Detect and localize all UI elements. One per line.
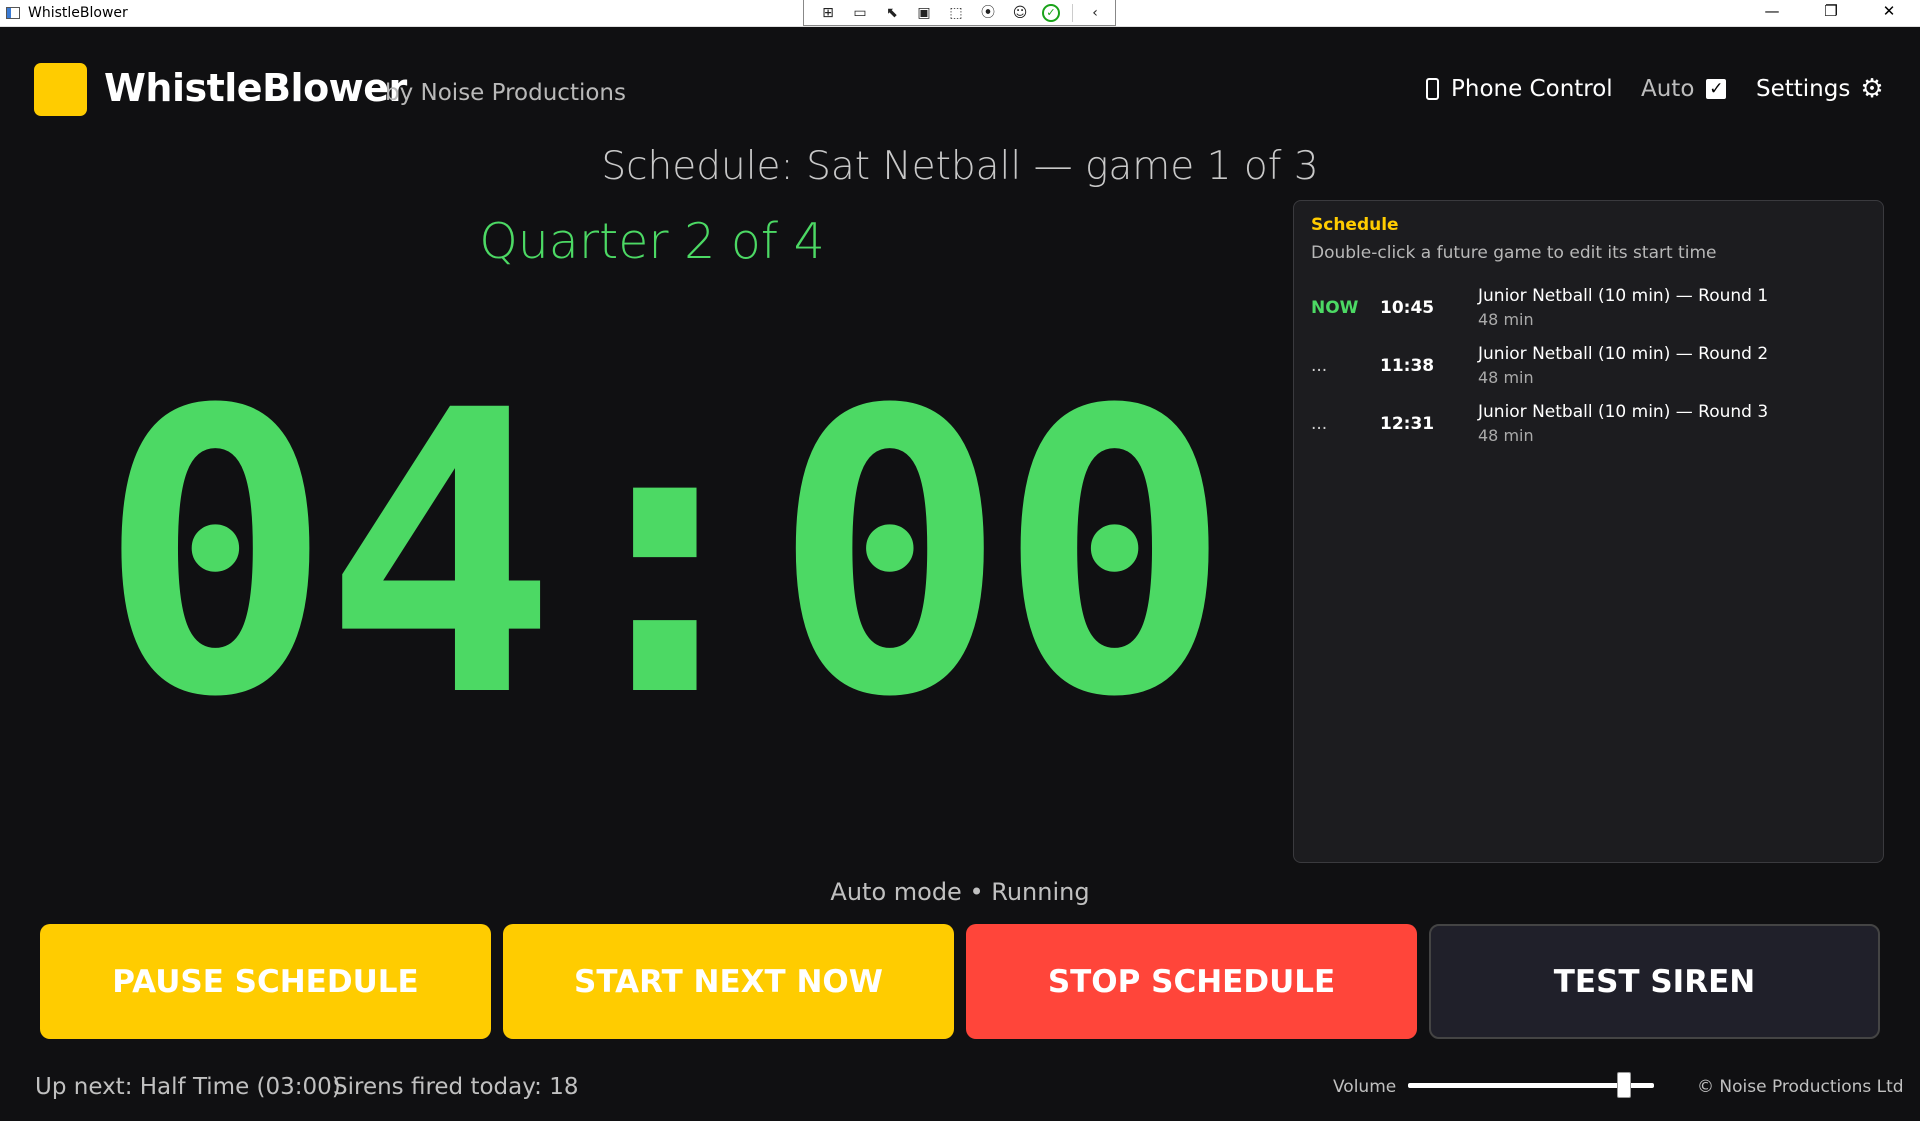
pause-schedule-button[interactable]: PAUSE SCHEDULE: [40, 924, 491, 1039]
row-game: Junior Netball (10 min) — Round 3: [1478, 402, 1769, 422]
select-element-icon[interactable]: ⬉: [882, 4, 902, 22]
phone-control-label: Phone Control: [1451, 76, 1613, 102]
binding-failures-icon[interactable]: ⦿: [978, 4, 998, 22]
toolbar-divider: [1072, 3, 1073, 22]
window-titlebar: WhistleBlower ⊞ ▭ ⬉ ▣ ⬚ ⦿ ☺ ✓ ‹ — ❐ ✕: [0, 0, 1920, 27]
app-logo: [34, 63, 87, 116]
app-name: WhistleBlower: [104, 66, 407, 110]
checkmark-icon[interactable]: ✓: [1042, 3, 1060, 22]
window-title: WhistleBlower: [28, 5, 128, 21]
row-duration: 48 min: [1478, 310, 1534, 329]
schedule-row[interactable]: ... 11:38 Junior Netball (10 min) — Roun…: [1311, 344, 1871, 396]
record-icon[interactable]: ▭: [850, 4, 870, 22]
sirens-count: Sirens fired today: 18: [333, 1074, 579, 1100]
countdown-clock: 04:00: [98, 328, 1232, 782]
stop-schedule-button[interactable]: STOP SCHEDULE: [966, 924, 1417, 1039]
auto-toggle[interactable]: Auto ✓: [1641, 76, 1727, 102]
close-button[interactable]: ✕: [1866, 2, 1912, 20]
row-time: 10:45: [1380, 298, 1435, 318]
row-duration: 48 min: [1478, 368, 1534, 387]
auto-label: Auto: [1641, 76, 1695, 102]
live-visual-tree-icon[interactable]: ⊞: [818, 4, 838, 22]
panel-title: Schedule: [1311, 215, 1399, 235]
row-state: ...: [1311, 414, 1328, 434]
gear-icon: ⚙: [1860, 74, 1884, 104]
schedule-title: Schedule: Sat Netball — game 1 of 3: [601, 144, 1319, 189]
start-next-now-button[interactable]: START NEXT NOW: [503, 924, 954, 1039]
volume-label: Volume: [1333, 1077, 1397, 1097]
settings-button[interactable]: Settings ⚙: [1756, 76, 1884, 102]
panel-hint: Double-click a future game to edit its s…: [1311, 243, 1717, 263]
byline: by Noise Productions: [385, 80, 626, 106]
phone-icon: [1426, 78, 1439, 100]
row-time: 12:31: [1380, 414, 1435, 434]
schedule-row[interactable]: ... 12:31 Junior Netball (10 min) — Roun…: [1311, 402, 1871, 454]
track-focused-element-icon[interactable]: ⬚: [946, 4, 966, 22]
schedule-row[interactable]: NOW 10:45 Junior Netball (10 min) — Roun…: [1311, 286, 1871, 338]
row-game: Junior Netball (10 min) — Round 1: [1478, 286, 1769, 306]
phone-control-button[interactable]: Phone Control: [1426, 76, 1613, 102]
minimize-button[interactable]: —: [1749, 2, 1795, 20]
settings-label: Settings: [1756, 76, 1851, 102]
row-state: NOW: [1311, 298, 1359, 318]
status-line: Auto mode • Running: [830, 878, 1090, 906]
up-next-label: Up next: Half Time (03:00): [35, 1074, 341, 1100]
row-game: Junior Netball (10 min) — Round 2: [1478, 344, 1769, 364]
volume-slider-thumb[interactable]: [1617, 1072, 1632, 1098]
row-time: 11:38: [1380, 356, 1435, 376]
row-duration: 48 min: [1478, 426, 1534, 445]
restore-button[interactable]: ❐: [1808, 2, 1854, 20]
row-state: ...: [1311, 356, 1328, 376]
collapse-icon[interactable]: ‹: [1085, 4, 1105, 22]
test-siren-button[interactable]: TEST SIREN: [1429, 924, 1880, 1039]
debug-toolbar: ⊞ ▭ ⬉ ▣ ⬚ ⦿ ☺ ✓ ‹: [803, 0, 1116, 26]
display-layout-adorners-icon[interactable]: ▣: [914, 4, 934, 22]
accessibility-icon[interactable]: ☺: [1010, 4, 1030, 22]
schedule-panel: Schedule Double-click a future game to e…: [1293, 200, 1884, 863]
auto-checkbox[interactable]: ✓: [1706, 79, 1727, 99]
app-window-icon: [6, 7, 20, 19]
period-label: Quarter 2 of 4: [479, 213, 825, 270]
copyright: © Noise Productions Ltd: [1697, 1077, 1904, 1097]
